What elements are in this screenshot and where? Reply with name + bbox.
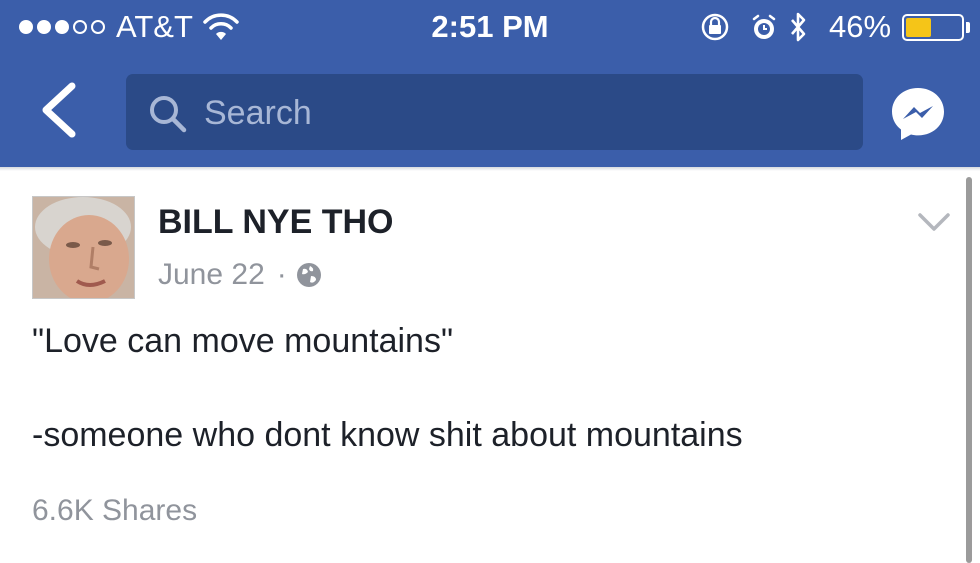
messenger-icon[interactable] [888, 84, 948, 144]
battery-percent: 46% [829, 9, 892, 44]
status-icons [701, 12, 806, 42]
shares-count[interactable]: 6.6K Shares [32, 494, 197, 528]
chevron-down-icon[interactable] [917, 210, 951, 234]
post-text-line: "Love can move mountains" [32, 322, 454, 360]
post-meta: June 22 · [158, 258, 322, 292]
scrollbar[interactable] [966, 177, 972, 563]
top-bar-shadow [0, 167, 980, 171]
search-input[interactable] [202, 74, 846, 152]
back-chevron-icon[interactable] [34, 78, 84, 142]
rotation-lock-icon [701, 13, 729, 41]
alarm-icon [752, 14, 776, 39]
avatar[interactable] [32, 196, 135, 299]
battery-icon [902, 14, 964, 41]
bluetooth-icon [791, 12, 806, 42]
search-bar[interactable] [126, 74, 863, 152]
avatar-photo [33, 197, 134, 298]
post-text-line: -someone who dont know shit about mounta… [32, 416, 743, 454]
status-bar: AT&T 2:51 PM 46% [0, 0, 980, 56]
meta-separator: · [276, 258, 287, 291]
search-icon [150, 96, 187, 133]
battery-level [906, 18, 931, 37]
post-author[interactable]: BILL NYE THO [158, 203, 394, 242]
battery-tip [966, 22, 970, 33]
globe-icon [296, 263, 321, 287]
post-date[interactable]: June 22 [158, 258, 265, 292]
